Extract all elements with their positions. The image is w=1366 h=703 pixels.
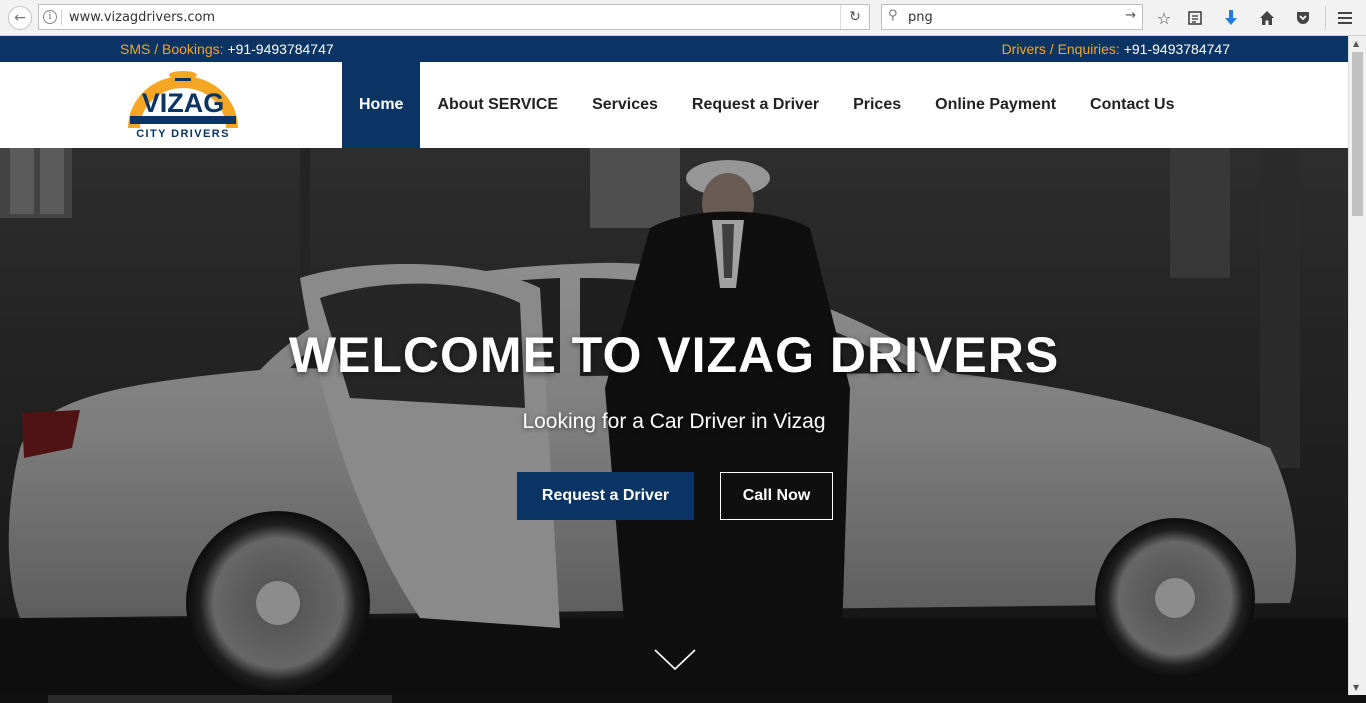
reading-list-icon[interactable] <box>1184 7 1206 29</box>
web-page: SMS / Bookings: +91-9493784747 Drivers /… <box>0 36 1348 695</box>
search-input[interactable]: png <box>908 10 933 25</box>
pocket-icon[interactable] <box>1292 7 1314 29</box>
browser-toolbar: ← i www.vizagdrivers.com ↻ ⚲ png → ☆ <box>0 0 1366 36</box>
enquiries-number[interactable]: +91-9493784747 <box>1124 41 1230 57</box>
search-go-arrow-icon[interactable]: → <box>1125 8 1136 23</box>
hero-title: WELCOME TO VIZAG DRIVERS <box>288 327 1060 383</box>
search-icon: ⚲ <box>888 8 898 23</box>
hero-subtitle: Looking for a Car Driver in Vizag <box>522 410 826 433</box>
vizag-city-drivers-logo[interactable]: VIZAG CITY DRIVERS <box>120 66 246 144</box>
url-text[interactable]: www.vizagdrivers.com <box>69 10 215 25</box>
bookmark-star-icon[interactable]: ☆ <box>1153 7 1175 29</box>
nav-about-service[interactable]: About SERVICE <box>420 62 575 148</box>
enquiries-info: Drivers / Enquiries: +91-9493784747 <box>1002 41 1230 57</box>
address-divider <box>61 10 62 25</box>
nav-services[interactable]: Services <box>575 62 675 148</box>
nav-prices[interactable]: Prices <box>836 62 918 148</box>
contact-topbar: SMS / Bookings: +91-9493784747 Drivers /… <box>0 36 1348 62</box>
request-driver-button[interactable]: Request a Driver <box>517 472 694 520</box>
home-icon[interactable] <box>1256 7 1278 29</box>
browser-search-box[interactable]: ⚲ png → <box>881 4 1143 30</box>
os-taskbar <box>0 695 1366 703</box>
sms-bookings-number[interactable]: +91-9493784747 <box>227 41 333 57</box>
nav-home[interactable]: Home <box>342 62 421 148</box>
nav-online-payment[interactable]: Online Payment <box>918 62 1073 148</box>
scroll-down-arrow-icon[interactable]: ▼ <box>1353 683 1359 692</box>
page-scrollbar[interactable]: ▲ ▼ <box>1348 36 1366 695</box>
call-now-button[interactable]: Call Now <box>720 472 833 520</box>
address-bar[interactable]: i www.vizagdrivers.com ↻ <box>38 4 870 30</box>
sms-bookings-label: SMS / Bookings: <box>120 41 224 57</box>
scroll-up-arrow-icon[interactable]: ▲ <box>1353 39 1359 48</box>
logo-title: VIZAG <box>142 88 225 118</box>
hamburger-menu-icon[interactable] <box>1334 7 1356 29</box>
sms-bookings-info: SMS / Bookings: +91-9493784747 <box>120 41 334 57</box>
reload-icon[interactable]: ↻ <box>840 5 869 29</box>
enquiries-label: Drivers / Enquiries: <box>1001 41 1120 57</box>
site-header: VIZAG CITY DRIVERS Home About SERVICE Se… <box>0 62 1348 148</box>
main-nav: Home About SERVICE Services Request a Dr… <box>342 62 1192 148</box>
download-icon[interactable] <box>1220 7 1242 29</box>
toolbar-divider <box>1325 6 1326 30</box>
nav-request-driver[interactable]: Request a Driver <box>675 62 836 148</box>
taskbar-item[interactable] <box>48 695 392 703</box>
back-arrow-icon[interactable]: ← <box>8 6 32 30</box>
chevron-down-icon[interactable] <box>653 648 697 672</box>
hero-section: WELCOME TO VIZAG DRIVERS Looking for a C… <box>0 148 1348 695</box>
nav-contact-us[interactable]: Contact Us <box>1073 62 1191 148</box>
logo-subtitle: CITY DRIVERS <box>136 128 230 140</box>
scrollbar-thumb[interactable] <box>1352 52 1363 216</box>
site-info-icon[interactable]: i <box>43 10 57 24</box>
